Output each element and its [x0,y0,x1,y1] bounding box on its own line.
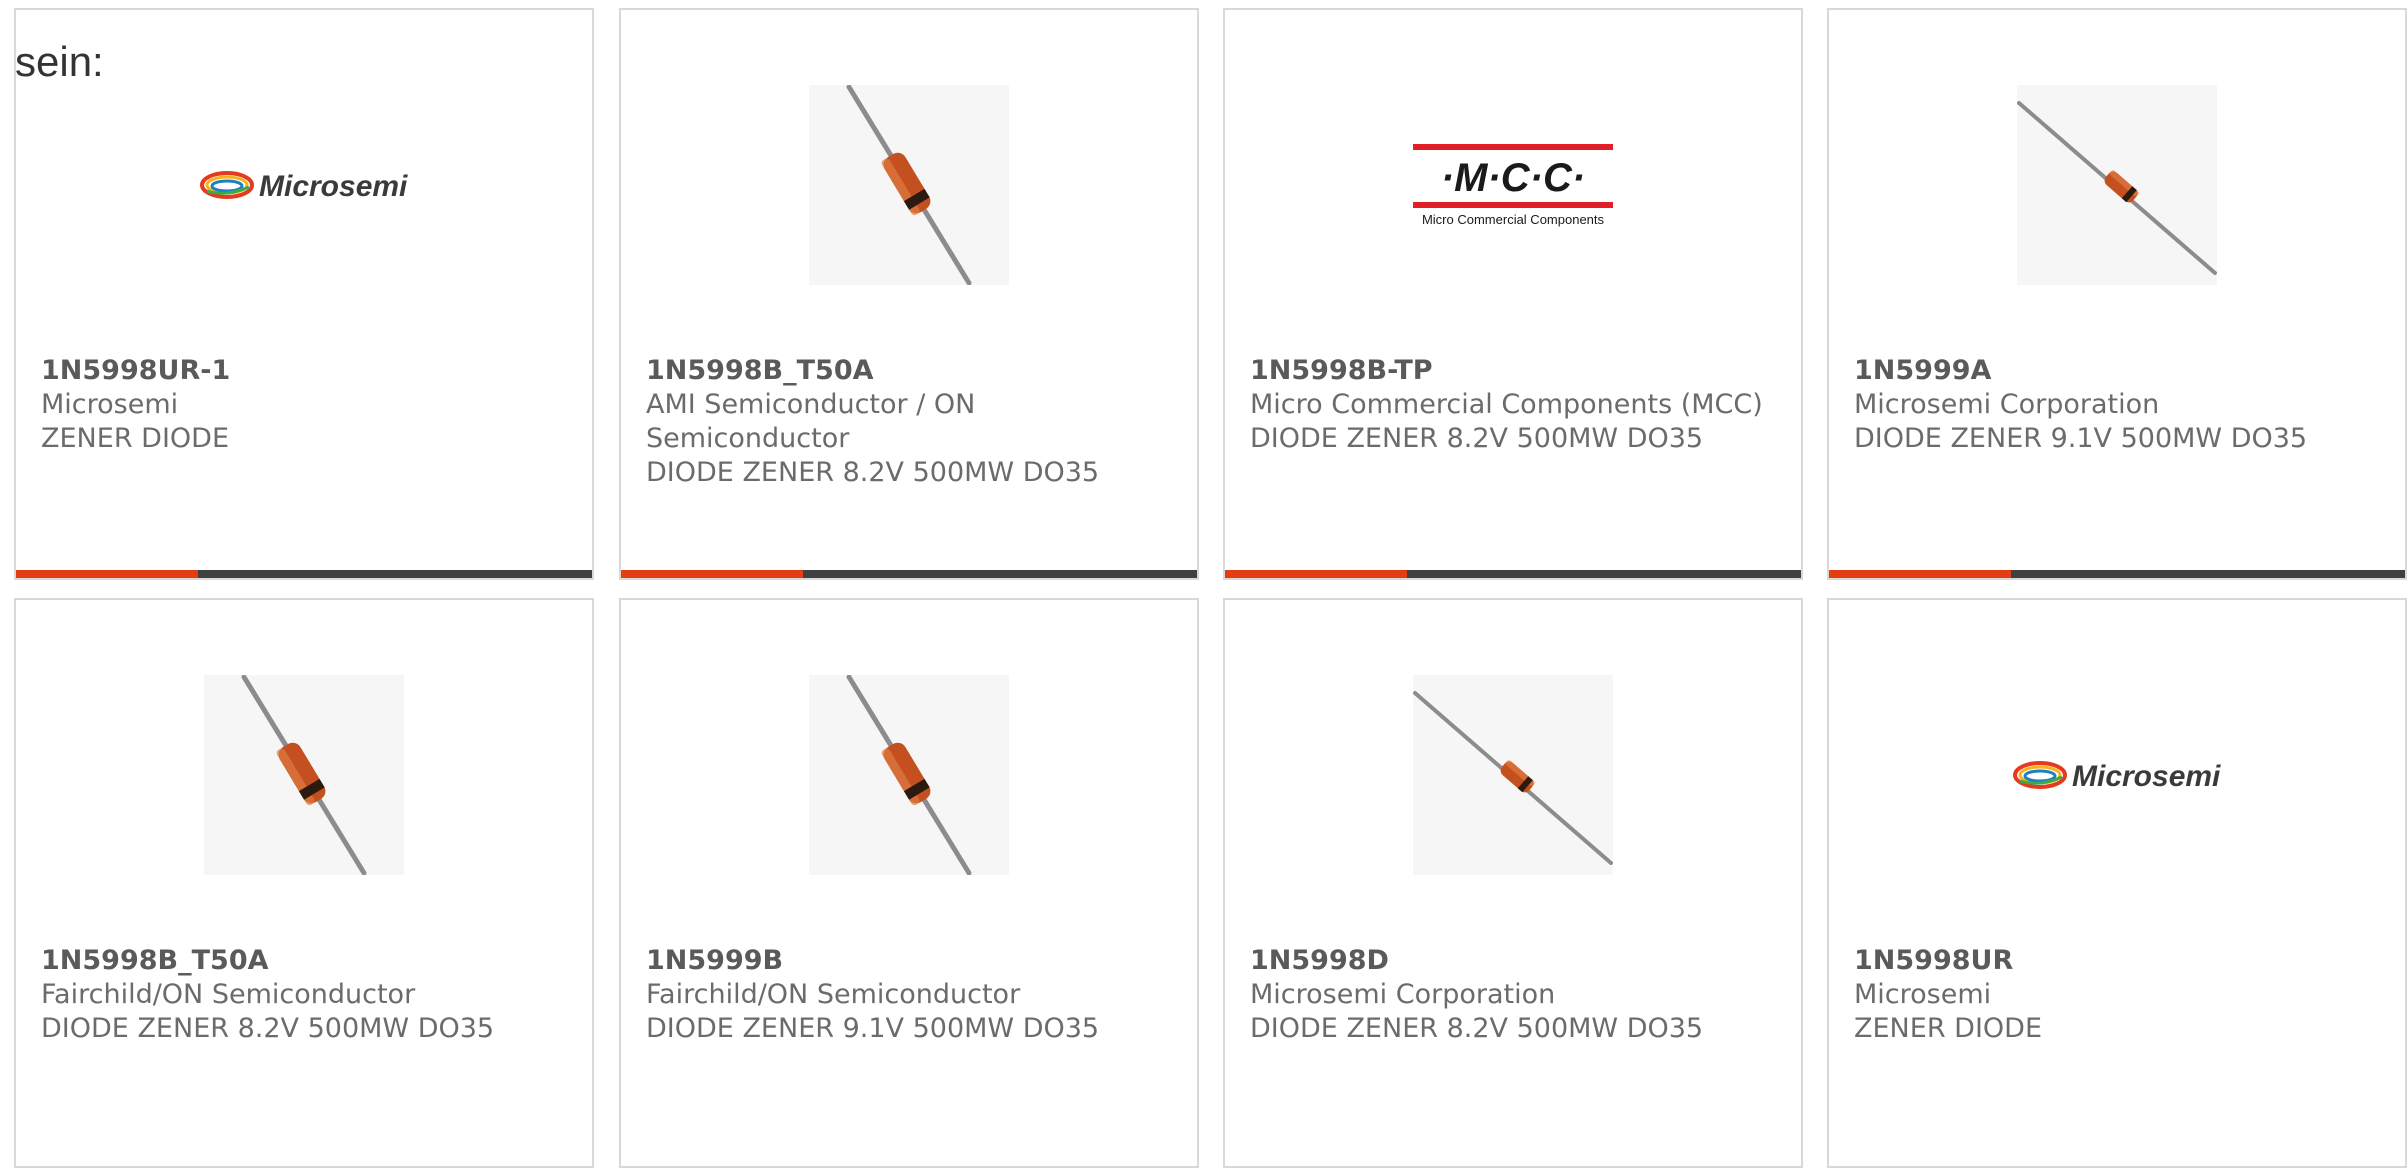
product-image[interactable] [621,670,1197,880]
product-card[interactable]: Microsemi 1N5998UR-1 Microsemi ZENER DIO… [14,8,594,580]
product-image[interactable]: Microsemi [16,80,592,290]
microsemi-logo: Microsemi [2013,760,2221,793]
card-accent [621,570,803,578]
card-bottom-bar [16,570,592,578]
description: DIODE ZENER 9.1V 500MW DO35 [1854,423,2308,454]
card-accent [1829,570,2011,578]
product-image[interactable] [16,670,592,880]
product-card[interactable]: Microsemi 1N5998UR Microsemi ZENER DIODE [1827,598,2407,1168]
diode-photo [809,675,1009,875]
manufacturer: Fairchild/ON Semiconductor [41,979,416,1010]
diode-photo [1413,675,1613,875]
manufacturer: Fairchild/ON Semiconductor [646,979,1021,1010]
card-bottom-bar [621,570,1197,578]
product-card[interactable]: 1N5998B_T50A Fairchild/ON Semiconductor … [14,598,594,1168]
microsemi-logo: Microsemi [200,170,408,203]
card-accent [16,570,198,578]
part-number-link[interactable]: 1N5998B_T50A [646,354,1177,388]
diode-photo [2017,85,2217,285]
product-image[interactable]: Microsemi [1829,670,2405,880]
svg-text:Microsemi: Microsemi [259,170,408,203]
manufacturer: Microsemi [41,389,179,420]
manufacturer: AMI Semiconductor / ON Semiconductor [646,389,976,454]
description: DIODE ZENER 9.1V 500MW DO35 [646,1013,1100,1044]
product-image[interactable] [1225,670,1801,880]
part-number-link[interactable]: 1N5998UR [1854,944,2385,978]
description: ZENER DIODE [1854,1013,2043,1044]
part-number-link[interactable]: 1N5998D [1250,944,1781,978]
diode-photo [809,85,1009,285]
description: DIODE ZENER 8.2V 500MW DO35 [41,1013,495,1044]
product-card[interactable]: 1N5999A Microsemi Corporation DIODE ZENE… [1827,8,2407,580]
card-bottom-bar [1829,570,2405,578]
part-number-link[interactable]: 1N5999B [646,944,1177,978]
product-image[interactable] [621,80,1197,290]
card-accent [1225,570,1407,578]
product-card[interactable]: 1N5998D Microsemi Corporation DIODE ZENE… [1223,598,1803,1168]
svg-text:·M·C·C·: ·M·C·C· [1441,156,1585,200]
manufacturer: Microsemi Corporation [1250,979,1556,1010]
part-number-link[interactable]: 1N5999A [1854,354,2385,388]
description: DIODE ZENER 8.2V 500MW DO35 [1250,423,1704,454]
diode-photo [204,675,404,875]
product-image[interactable]: ·M·C·C· Micro Commercial Components [1225,80,1801,290]
description: ZENER DIODE [41,423,230,454]
description: DIODE ZENER 8.2V 500MW DO35 [1250,1013,1704,1044]
product-card[interactable]: 1N5999B Fairchild/ON Semiconductor DIODE… [619,598,1199,1168]
manufacturer: Micro Commercial Components (MCC) [1250,389,1763,420]
intro-text: sein: [15,38,104,85]
card-bottom-bar [1225,570,1801,578]
product-image[interactable] [1829,80,2405,290]
svg-text:Micro Commercial Components: Micro Commercial Components [1422,212,1605,227]
product-card[interactable]: 1N5998B_T50A AMI Semiconductor / ON Semi… [619,8,1199,580]
manufacturer: Microsemi [1854,979,1992,1010]
mcc-logo: ·M·C·C· Micro Commercial Components [1413,144,1613,227]
description: DIODE ZENER 8.2V 500MW DO35 [646,457,1100,488]
svg-text:Microsemi: Microsemi [2072,760,2221,793]
part-number-link[interactable]: 1N5998B-TP [1250,354,1781,388]
manufacturer: Microsemi Corporation [1854,389,2160,420]
part-number-link[interactable]: 1N5998B_T50A [41,944,572,978]
product-card[interactable]: ·M·C·C· Micro Commercial Components 1N59… [1223,8,1803,580]
part-number-link[interactable]: 1N5998UR-1 [41,354,572,388]
